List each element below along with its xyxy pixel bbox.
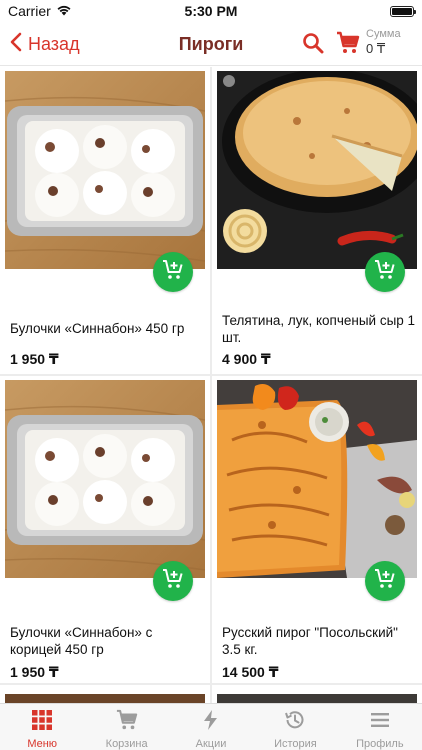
add-to-cart-button[interactable] xyxy=(153,561,193,601)
cart-button[interactable] xyxy=(336,31,360,60)
chevron-left-icon xyxy=(10,32,22,57)
status-bar: Carrier 5:30 PM xyxy=(0,0,422,22)
search-icon xyxy=(302,33,324,58)
history-icon xyxy=(284,709,306,736)
product-image-cinnabon xyxy=(5,380,205,578)
battery-icon xyxy=(390,5,416,17)
product-price: 1 950 ₸ xyxy=(10,351,59,367)
cart-plus-icon xyxy=(373,567,397,596)
tab-label: История xyxy=(274,738,317,750)
add-to-cart-button[interactable] xyxy=(365,252,405,292)
search-button[interactable] xyxy=(302,32,324,59)
product-image-cinnabon xyxy=(5,71,205,269)
tab-history[interactable]: История xyxy=(253,704,337,750)
add-to-cart-button[interactable] xyxy=(153,252,193,292)
product-name: Булочки «Синнабон» 450 гр xyxy=(10,321,185,336)
sum-value: 0 ₸ xyxy=(366,41,386,56)
add-to-cart-button[interactable] xyxy=(365,561,405,601)
product-card[interactable]: Булочки «Синнабон» 450 гр 1 950 ₸ xyxy=(0,67,210,374)
tab-bar: Меню Корзина Акции История Профиль xyxy=(0,703,422,750)
product-image-partial xyxy=(217,694,417,703)
tab-label: Меню xyxy=(27,738,58,750)
product-price: 4 900 ₸ xyxy=(222,351,271,367)
tab-label: Корзина xyxy=(105,738,148,750)
back-label: Назад xyxy=(28,34,80,54)
product-grid: Булочки «Синнабон» 450 гр 1 950 ₸ Теляти… xyxy=(0,67,422,703)
product-name: Булочки «Синнабон» с корицей 450 гр xyxy=(10,625,153,657)
status-time: 5:30 PM xyxy=(184,3,238,19)
tab-cart[interactable]: Корзина xyxy=(84,704,168,750)
cart-sum[interactable]: Сумма 0 ₸ xyxy=(366,28,420,57)
product-name: Телятина, лук, копченый сыр 1 шт. xyxy=(222,313,416,345)
product-card[interactable]: Булочки «Синнабон» с корицей 450 гр 1 95… xyxy=(0,376,210,683)
tab-label: Акции xyxy=(195,738,227,750)
product-card-partial[interactable] xyxy=(212,685,422,703)
tab-promotions[interactable]: Акции xyxy=(169,704,253,750)
cart-plus-icon xyxy=(161,567,185,596)
product-card[interactable]: Телятина, лук, копченый сыр 1 шт. 4 900 … xyxy=(212,67,422,374)
product-price: 14 500 ₸ xyxy=(222,664,279,680)
menu-icon xyxy=(369,709,391,736)
lightning-icon xyxy=(200,709,222,736)
product-name: Русский пирог "Посольский" 3.5 кг. xyxy=(222,625,398,657)
cart-icon xyxy=(336,31,360,59)
cart-plus-icon xyxy=(373,258,397,287)
tab-label: Профиль xyxy=(356,738,404,750)
navigation-bar: Назад Пироги Сумма 0 ₸ xyxy=(0,22,422,66)
product-card-partial[interactable] xyxy=(0,685,210,703)
cart-plus-icon xyxy=(161,258,185,287)
product-image-ossetian-pie xyxy=(217,71,417,269)
cart-icon xyxy=(116,709,138,736)
tab-menu[interactable]: Меню xyxy=(0,704,84,750)
product-image-partial xyxy=(5,694,205,703)
tab-profile[interactable]: Профиль xyxy=(338,704,422,750)
grid-icon xyxy=(31,709,53,736)
product-price: 1 950 ₸ xyxy=(10,664,59,680)
back-button[interactable]: Назад xyxy=(10,32,80,57)
product-image-russian-pie xyxy=(217,380,417,578)
product-card[interactable]: Русский пирог "Посольский" 3.5 кг. 14 50… xyxy=(212,376,422,683)
sum-label: Сумма xyxy=(366,28,401,40)
